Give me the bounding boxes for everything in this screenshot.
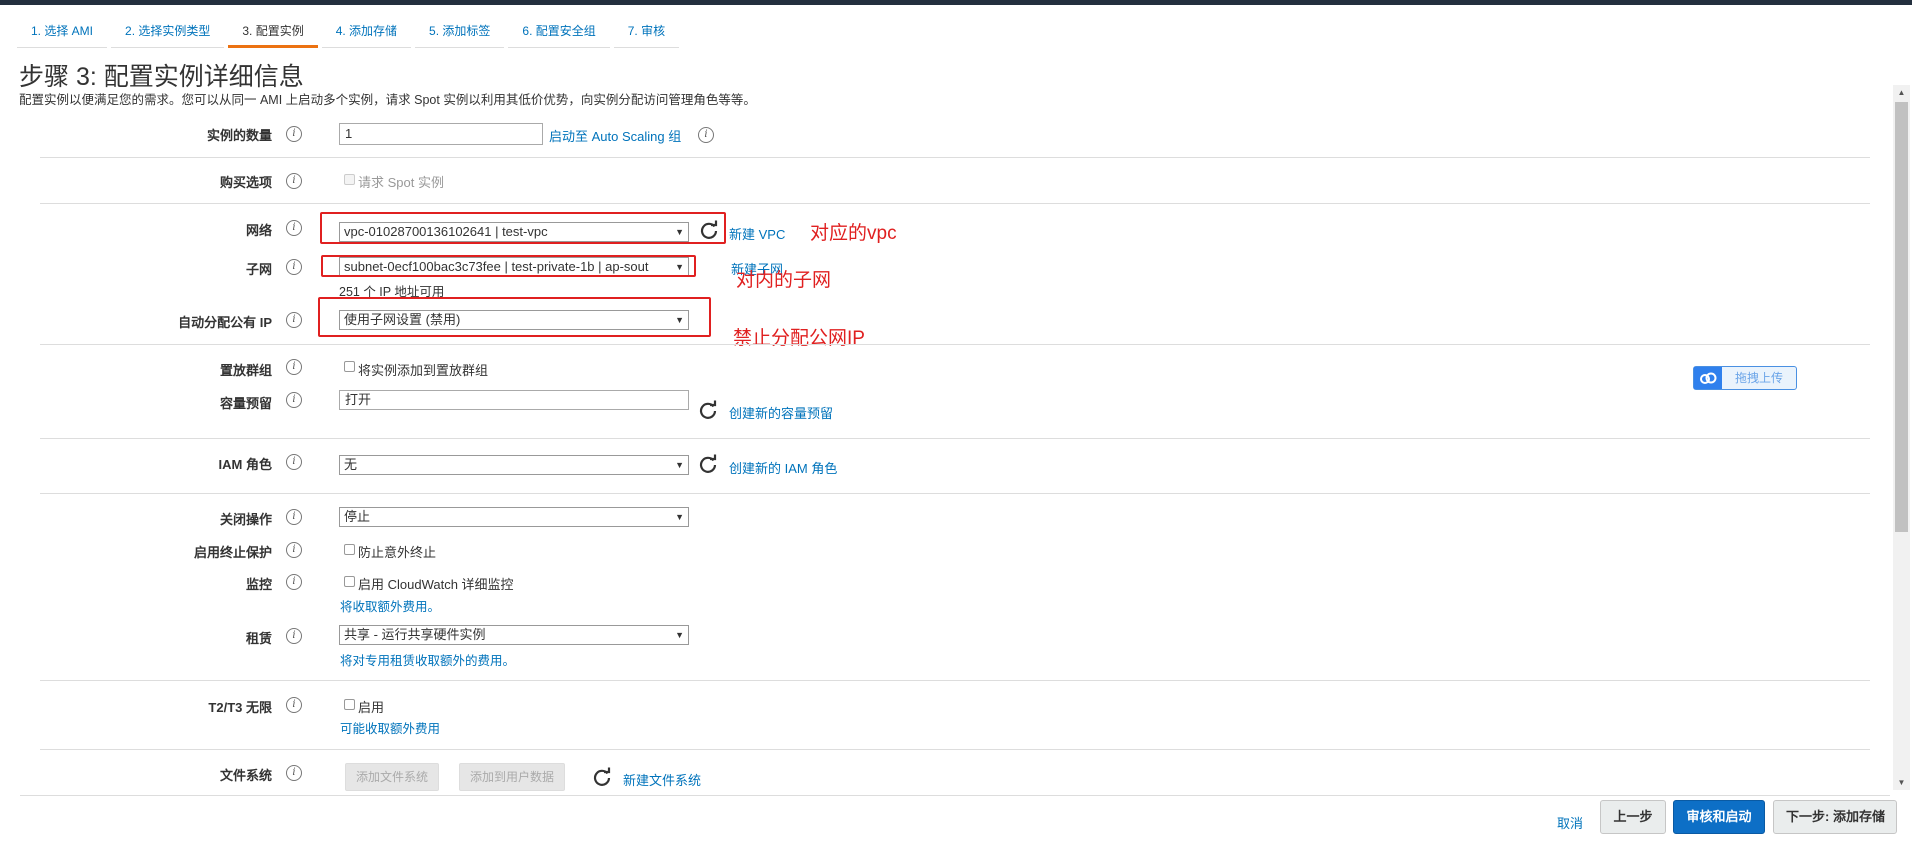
subnet-label: 子网 [245, 262, 272, 277]
termination-protection-checkbox-label: 防止意外终止 [358, 545, 437, 560]
create-iam-role-link[interactable]: 创建新的 IAM 角色 [729, 458, 837, 477]
tenancy-charges-note[interactable]: 将对专用租赁收取额外的费用。 [340, 650, 515, 669]
public-ip-label: 自动分配公有 IP [178, 315, 272, 330]
file-systems-label: 文件系统 [219, 768, 272, 783]
info-icon[interactable]: i [286, 126, 302, 142]
iam-role-select-value: 无 [344, 457, 358, 472]
annotation-box-subnet [321, 255, 696, 277]
page-title: 步骤 3: 配置实例详细信息 [19, 63, 304, 91]
cloud-icon [1694, 367, 1722, 389]
termination-protection-checkbox[interactable] [344, 544, 355, 555]
tenancy-label: 租赁 [245, 631, 272, 646]
page-scrollbar[interactable]: ▲ ▼ [1893, 85, 1910, 790]
top-nav-bar [0, 0, 1912, 5]
cloudwatch-monitoring-checkbox[interactable] [344, 576, 355, 587]
instance-count-label: 实例的数量 [206, 128, 272, 143]
add-to-user-data-button[interactable]: 添加到用户数据 [459, 763, 566, 791]
info-icon[interactable]: i [698, 127, 714, 143]
divider [40, 438, 1870, 439]
capacity-reservation-label: 容量预留 [219, 396, 272, 411]
tab-configure-instance[interactable]: 3. 配置实例 [228, 20, 318, 48]
refresh-icon[interactable] [592, 767, 612, 787]
placement-group-checkbox[interactable] [344, 361, 355, 372]
create-file-system-link[interactable]: 新建文件系统 [623, 770, 701, 789]
divider [40, 157, 1870, 158]
refresh-icon[interactable] [698, 454, 718, 474]
spot-request-checkbox[interactable] [344, 174, 355, 185]
t2t3-unlimited-checkbox[interactable] [344, 699, 355, 710]
info-icon[interactable]: i [286, 628, 302, 644]
info-icon[interactable]: i [286, 173, 302, 189]
cancel-button[interactable]: 取消 [1557, 813, 1583, 832]
next-add-storage-button[interactable]: 下一步: 添加存储 [1773, 800, 1897, 834]
drag-upload-label: 拖拽上传 [1734, 371, 1783, 385]
termination-protection-label: 启用终止保护 [193, 545, 272, 560]
purchase-option-label: 购买选项 [219, 175, 272, 190]
tab-choose-ami[interactable]: 1. 选择 AMI [17, 20, 108, 48]
tab-configure-security-group[interactable]: 6. 配置安全组 [508, 20, 610, 48]
annotation-box-vpc [320, 212, 726, 244]
divider [40, 680, 1870, 681]
info-icon[interactable]: i [286, 542, 302, 558]
iam-role-label: IAM 角色 [218, 457, 272, 472]
divider [40, 749, 1870, 750]
info-icon[interactable]: i [286, 220, 302, 236]
tenancy-select[interactable]: 共享 - 运行共享硬件实例 ▼ [339, 625, 689, 645]
info-icon[interactable]: i [286, 392, 302, 408]
tenancy-select-value: 共享 - 运行共享硬件实例 [344, 627, 486, 642]
annotation-vpc: 对应的vpc [810, 223, 897, 244]
info-icon[interactable]: i [286, 509, 302, 525]
scroll-down-icon[interactable]: ▼ [1893, 775, 1910, 790]
info-icon[interactable]: i [286, 312, 302, 328]
scroll-up-icon[interactable]: ▲ [1893, 85, 1910, 100]
monitoring-label: 监控 [245, 577, 272, 592]
info-icon[interactable]: i [286, 359, 302, 375]
page-description: 配置实例以便满足您的需求。您可以从同一 AMI 上启动多个实例，请求 Spot … [19, 93, 756, 107]
info-icon[interactable]: i [286, 454, 302, 470]
wizard-tabs: 1. 选择 AMI 2. 选择实例类型 3. 配置实例 4. 添加存储 5. 添… [17, 20, 683, 48]
chevron-down-icon: ▼ [675, 460, 684, 470]
info-icon[interactable]: i [286, 765, 302, 781]
placement-group-checkbox-label: 将实例添加到置放群组 [358, 363, 489, 378]
create-vpc-link[interactable]: 新建 VPC [729, 224, 785, 243]
info-icon[interactable]: i [286, 697, 302, 713]
chevron-down-icon: ▼ [675, 512, 684, 522]
previous-button[interactable]: 上一步 [1600, 800, 1666, 834]
shutdown-behavior-select[interactable]: 停止 ▼ [339, 507, 689, 527]
monitoring-charges-note[interactable]: 将收取额外费用。 [340, 596, 440, 615]
chevron-down-icon: ▼ [675, 630, 684, 640]
tab-choose-instance-type[interactable]: 2. 选择实例类型 [111, 20, 225, 48]
refresh-icon[interactable] [698, 400, 718, 420]
network-label: 网络 [245, 223, 272, 238]
shutdown-behavior-label: 关闭操作 [219, 512, 272, 527]
annotation-box-public-ip [318, 297, 711, 337]
annotation-subnet: 对内的子网 [736, 270, 832, 291]
scroll-thumb[interactable] [1895, 102, 1908, 532]
tab-add-tags[interactable]: 5. 添加标签 [415, 20, 505, 48]
iam-role-select[interactable]: 无 ▼ [339, 455, 689, 475]
annotation-public-ip: 禁止分配公网IP [733, 328, 865, 349]
drag-upload-widget[interactable]: 拖拽上传 [1693, 366, 1797, 390]
shutdown-behavior-select-value: 停止 [344, 509, 371, 524]
cloudwatch-monitoring-checkbox-label: 启用 CloudWatch 详细监控 [358, 577, 514, 592]
capacity-reservation-select[interactable]: 打开 [339, 390, 689, 410]
tab-review[interactable]: 7. 审核 [613, 20, 680, 48]
divider [40, 203, 1870, 204]
divider [40, 344, 1870, 345]
t2t3-unlimited-checkbox-label: 启用 [358, 700, 385, 715]
divider [20, 795, 1890, 796]
create-capacity-reservation-link[interactable]: 创建新的容量预留 [729, 403, 833, 422]
divider [40, 493, 1870, 494]
info-icon[interactable]: i [286, 574, 302, 590]
launch-into-asg-link[interactable]: 启动至 Auto Scaling 组 [549, 126, 681, 145]
tab-add-storage[interactable]: 4. 添加存储 [321, 20, 412, 48]
t2t3-unlimited-label: T2/T3 无限 [208, 700, 272, 715]
placement-group-label: 置放群组 [219, 363, 272, 378]
instance-count-input[interactable]: 1 [339, 123, 543, 145]
add-file-system-button[interactable]: 添加文件系统 [345, 763, 440, 791]
info-icon[interactable]: i [286, 259, 302, 275]
t2t3-charges-note[interactable]: 可能收取额外费用 [340, 718, 440, 737]
spot-request-label: 请求 Spot 实例 [358, 175, 444, 190]
review-and-launch-button[interactable]: 审核和启动 [1673, 800, 1765, 834]
